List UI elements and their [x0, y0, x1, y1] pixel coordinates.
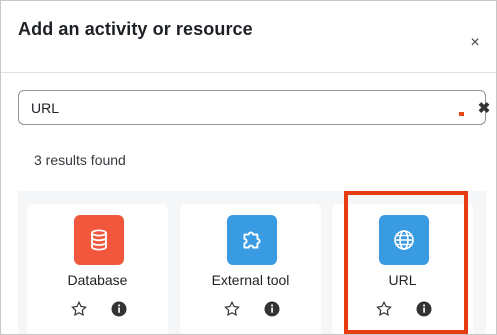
- dialog-title: Add an activity or resource: [18, 19, 253, 39]
- text-cursor: [459, 112, 464, 116]
- search-box: ✖: [18, 90, 490, 125]
- info-icon[interactable]: [110, 300, 128, 318]
- star-icon[interactable]: [375, 300, 393, 318]
- database-icon: [74, 215, 124, 265]
- info-icon[interactable]: [263, 300, 281, 318]
- info-icon[interactable]: [415, 300, 433, 318]
- dialog-header: Add an activity or resource ×: [1, 1, 496, 73]
- close-button[interactable]: ×: [464, 32, 486, 54]
- activity-card-url[interactable]: URL: [332, 204, 473, 334]
- activity-chooser-dialog: Add an activity or resource × ✖ 3 result…: [0, 0, 497, 335]
- results-count: 3 results found: [34, 152, 126, 168]
- star-icon[interactable]: [70, 300, 88, 318]
- activity-card-external-tool[interactable]: External tool: [180, 204, 321, 334]
- activity-card-label: URL: [388, 272, 417, 288]
- clear-icon: ✖: [477, 100, 491, 117]
- puzzle-icon: [227, 215, 277, 265]
- activity-card-label: External tool: [211, 272, 290, 288]
- close-icon: ×: [470, 34, 480, 51]
- activity-card-database[interactable]: Database: [27, 204, 168, 334]
- clear-search-button[interactable]: ✖: [475, 99, 493, 117]
- star-icon[interactable]: [223, 300, 241, 318]
- search-input[interactable]: [31, 91, 431, 124]
- activity-card-label: Database: [67, 272, 128, 288]
- globe-icon: [379, 215, 429, 265]
